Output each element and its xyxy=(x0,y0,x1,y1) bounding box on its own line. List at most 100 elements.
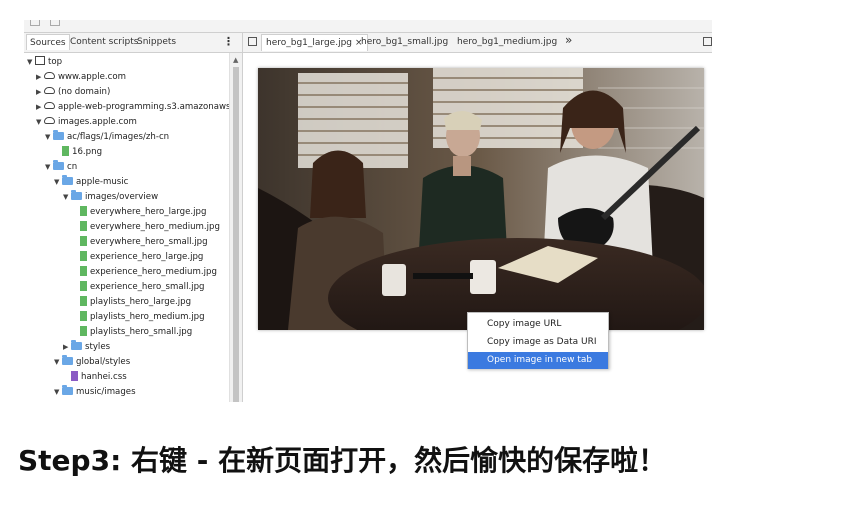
folder-icon xyxy=(62,384,73,395)
collapsed-arrow-icon[interactable]: ▶ xyxy=(36,70,44,84)
tree-item-label: everywhere_hero_medium.jpg xyxy=(90,222,220,232)
scroll-thumb[interactable] xyxy=(233,67,239,402)
tree-item[interactable]: hanhei.css xyxy=(63,370,127,384)
navigator-scrollbar[interactable]: ▲ xyxy=(229,53,242,402)
tree-item[interactable]: experience_hero_medium.jpg xyxy=(72,265,217,279)
menu-open-image-new-tab[interactable]: Open image in new tab xyxy=(468,352,608,369)
css-icon xyxy=(71,370,78,381)
tree-item-label: experience_hero_small.jpg xyxy=(90,282,205,292)
editor-tabs: hero_bg1_large.jpg × hero_bg1_small.jpg h… xyxy=(243,33,712,53)
inspect-icon[interactable] xyxy=(30,20,40,26)
tree-item-label: images.apple.com xyxy=(58,117,137,127)
tree-item-label: ac/flags/1/images/zh-cn xyxy=(67,132,170,142)
tree-item[interactable]: playlists_hero_large.jpg xyxy=(72,295,191,309)
tree-item[interactable]: ▼ images/overview xyxy=(63,189,159,204)
toggle-navigator-icon[interactable] xyxy=(248,37,257,46)
expanded-arrow-icon[interactable]: ▼ xyxy=(27,55,35,69)
img-icon xyxy=(80,325,87,336)
tab-content-scripts[interactable]: Content scripts xyxy=(70,37,138,47)
menu-copy-image-url[interactable]: Copy image URL xyxy=(468,316,608,333)
tree-item-label: images/overview xyxy=(85,192,159,202)
tree-item[interactable]: ▶ (no domain) xyxy=(36,85,110,99)
more-options-icon[interactable]: ⋮ xyxy=(223,35,234,48)
tree-item-label: everywhere_hero_small.jpg xyxy=(90,237,208,247)
tree-item-label: everywhere_hero_large.jpg xyxy=(90,207,207,217)
collapsed-arrow-icon[interactable]: ▶ xyxy=(36,85,44,99)
collapsed-arrow-icon[interactable]: ▶ xyxy=(63,340,71,354)
folder-icon xyxy=(53,159,64,170)
folder-icon xyxy=(71,189,82,200)
context-menu: Copy image URL Copy image as Data URI Op… xyxy=(467,312,609,369)
tree-item-label: (no domain) xyxy=(58,87,111,97)
tree-item[interactable]: ▼ cn xyxy=(45,159,77,174)
tab-sources[interactable]: Sources xyxy=(26,34,70,50)
expanded-arrow-icon[interactable]: ▼ xyxy=(54,355,62,369)
tree-item-label: top xyxy=(48,57,63,67)
tree-item-label: playlists_hero_large.jpg xyxy=(90,297,192,307)
tree-item-label: experience_hero_medium.jpg xyxy=(90,267,217,277)
tree-item[interactable]: ▶ apple-web-programming.s3.amazonaws.co xyxy=(36,100,229,114)
file-tree: ▼ top ▶ www.apple.com ▶ (no domain) ▶ apple-web… xyxy=(24,53,229,402)
tree-item-label: www.apple.com xyxy=(58,72,126,82)
tree-item[interactable]: ▶ styles xyxy=(63,339,111,354)
collapsed-arrow-icon[interactable]: ▶ xyxy=(36,100,44,114)
tab-hero-bg1-medium[interactable]: hero_bg1_medium.jpg xyxy=(457,37,557,47)
img-icon xyxy=(62,145,69,156)
tree-item[interactable]: playlists_hero_medium.jpg xyxy=(72,310,205,324)
expanded-arrow-icon[interactable]: ▼ xyxy=(45,130,53,144)
tree-item-label: hanhei.css xyxy=(81,372,127,382)
tree-item-label: 16.png xyxy=(72,147,103,157)
folder-icon xyxy=(62,174,73,185)
tree-item[interactable]: experience_hero_small.jpg xyxy=(72,280,204,294)
cloud-icon xyxy=(44,87,55,94)
expanded-arrow-icon[interactable]: ▼ xyxy=(36,115,44,129)
toggle-debugger-icon[interactable] xyxy=(703,37,712,46)
scroll-up-icon[interactable]: ▲ xyxy=(233,56,238,64)
expanded-arrow-icon[interactable]: ▼ xyxy=(45,160,53,174)
tree-item[interactable]: ▶ www.apple.com xyxy=(36,70,126,84)
device-mode-icon[interactable] xyxy=(50,20,60,26)
tab-hero-bg1-large[interactable]: hero_bg1_large.jpg × xyxy=(261,34,368,51)
img-icon xyxy=(80,280,87,291)
tree-item[interactable]: everywhere_hero_large.jpg xyxy=(72,205,206,219)
folder-icon xyxy=(71,339,82,350)
tree-item[interactable]: everywhere_hero_medium.jpg xyxy=(72,220,220,234)
tree-item-label: playlists_hero_small.jpg xyxy=(90,327,193,337)
tree-item-label: music/images xyxy=(76,387,136,397)
tree-item[interactable]: ▼ top xyxy=(27,55,62,69)
tree-item[interactable]: everywhere_hero_small.jpg xyxy=(72,235,208,249)
tree-item[interactable]: experience_hero_large.jpg xyxy=(72,250,203,264)
img-icon xyxy=(80,310,87,321)
cloud-icon xyxy=(44,72,55,79)
img-icon xyxy=(80,265,87,276)
tree-item[interactable]: ▼ music/images xyxy=(54,384,136,399)
tree-item-label: apple-music xyxy=(76,177,129,187)
expanded-arrow-icon[interactable]: ▼ xyxy=(63,190,71,204)
tab-hero-bg1-small[interactable]: hero_bg1_small.jpg xyxy=(361,37,448,47)
tree-item[interactable]: ▼ global/styles xyxy=(54,354,131,369)
tree-item-label: experience_hero_large.jpg xyxy=(90,252,204,262)
tree-item-label: global/styles xyxy=(76,357,131,367)
band-photo-illustration xyxy=(258,68,704,330)
more-tabs-icon[interactable]: » xyxy=(565,33,572,47)
cloud-icon xyxy=(44,102,55,109)
tree-item[interactable]: ▼ images.apple.com xyxy=(36,115,137,129)
cloud-icon xyxy=(44,117,55,124)
tree-item[interactable]: ▼ apple-music xyxy=(54,174,129,189)
tree-item-label: styles xyxy=(85,342,111,352)
expanded-arrow-icon[interactable]: ▼ xyxy=(54,175,62,189)
menu-copy-image-data-uri[interactable]: Copy image as Data URI xyxy=(468,334,608,351)
devtools-top-toolbar xyxy=(24,20,712,33)
expanded-arrow-icon[interactable]: ▼ xyxy=(54,385,62,399)
img-icon xyxy=(80,220,87,231)
tree-item[interactable]: ▼ ac/flags/1/images/zh-cn xyxy=(45,129,170,144)
folder-icon xyxy=(53,129,64,140)
img-icon xyxy=(80,250,87,261)
tab-label: hero_bg1_large.jpg xyxy=(266,38,352,48)
tab-snippets[interactable]: Snippets xyxy=(137,37,176,47)
tree-item-label: apple-web-programming.s3.amazonaws.co xyxy=(58,102,229,112)
tree-item[interactable]: playlists_hero_small.jpg xyxy=(72,325,192,339)
image-preview[interactable] xyxy=(258,68,704,330)
sources-navigator: Sources Content scripts Snippets ⋮ ▼ top ▶… xyxy=(24,33,243,402)
tree-item[interactable]: 16.png xyxy=(54,145,102,159)
